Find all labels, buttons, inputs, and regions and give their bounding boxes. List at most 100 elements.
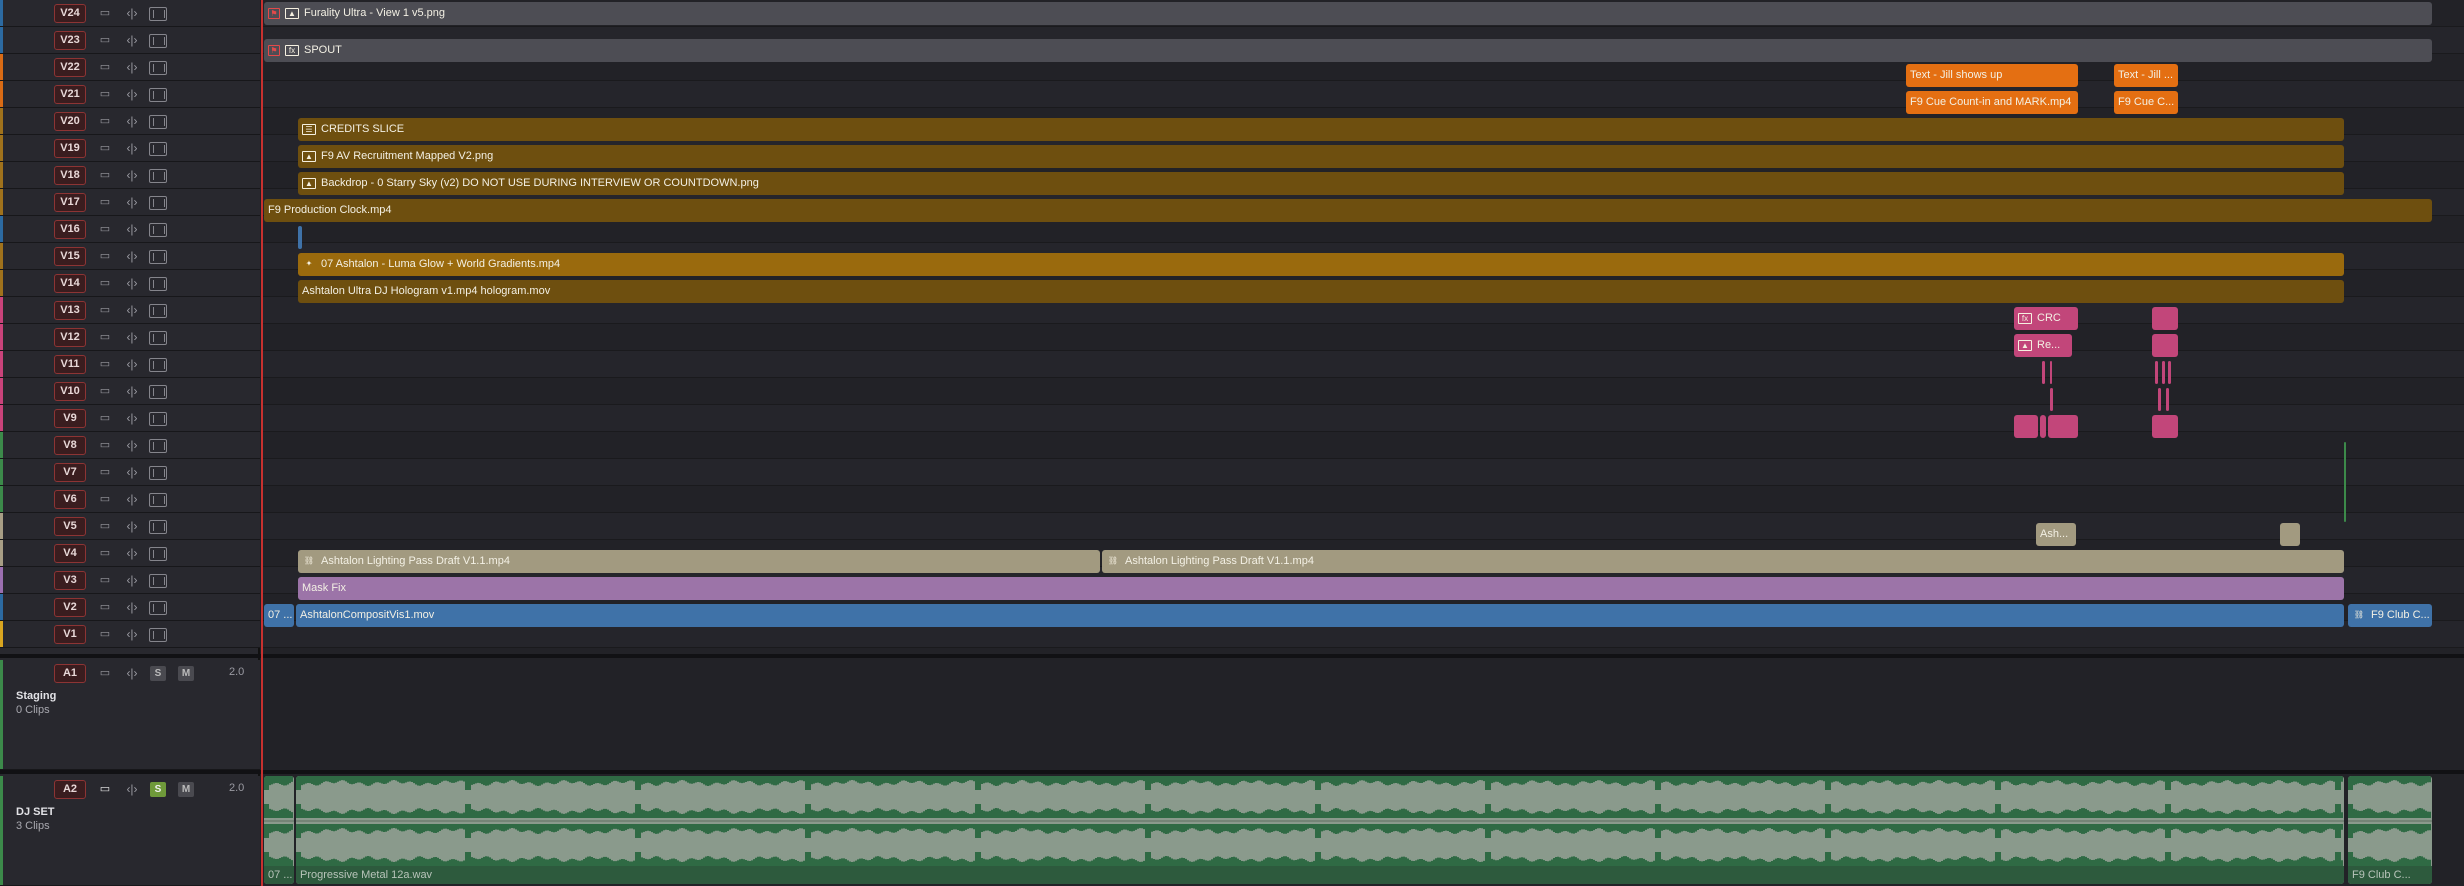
track-lane-v11[interactable] [262,351,2464,378]
track-name[interactable]: A2 [54,780,86,799]
track-header-v6[interactable]: V6 ▭ ‹|› [0,486,260,513]
clip-v2-club[interactable]: ⛓ F9 Club C... [2348,604,2432,627]
lock-icon[interactable]: ▭ [98,195,112,209]
lock-icon[interactable]: ▭ [98,303,112,317]
clip-v11-sliver[interactable] [2155,361,2158,384]
track-name[interactable]: V22 [54,58,86,77]
solo-button[interactable]: S [150,782,166,797]
clip-v21-cue-a[interactable]: F9 Cue Count-in and MARK.mp4 [1906,91,2078,114]
track-name[interactable]: V8 [54,436,86,455]
track-header-v12[interactable]: V12 ▭ ‹|› [0,324,260,351]
track-name[interactable]: V18 [54,166,86,185]
auto-select-icon[interactable]: ‹|› [122,492,142,506]
track-name[interactable]: V4 [54,544,86,563]
track-header-v18[interactable]: V18 ▭ ‹|› [0,162,260,189]
track-lane-v7[interactable] [262,459,2464,486]
lock-icon[interactable]: ▭ [98,114,112,128]
clip-v4-lighting-b[interactable]: ⛓ Ashtalon Lighting Pass Draft V1.1.mp4 [1102,550,2344,573]
clip-v24-image[interactable]: ⚑ ▲ Furality Ultra - View 1 v5.png [264,2,2432,25]
track-destination-icon[interactable] [149,412,167,426]
track-name[interactable]: V21 [54,85,86,104]
track-name[interactable]: V10 [54,382,86,401]
lock-icon[interactable]: ▭ [98,87,112,101]
track-name[interactable]: V13 [54,301,86,320]
track-header-v24[interactable]: V24 ▭ ‹|› [0,0,260,27]
track-destination-icon[interactable] [149,88,167,102]
track-name[interactable]: V6 [54,490,86,509]
auto-select-icon[interactable]: ‹|› [122,782,142,796]
clip-v13-small[interactable] [2152,307,2178,330]
lock-icon[interactable]: ▭ [98,330,112,344]
auto-select-icon[interactable]: ‹|› [122,141,142,155]
track-destination-icon[interactable] [149,493,167,507]
auto-select-icon[interactable]: ‹|› [122,600,142,614]
track-header-v9[interactable]: V9 ▭ ‹|› [0,405,260,432]
track-header-v19[interactable]: V19 ▭ ‹|› [0,135,260,162]
track-name[interactable]: A1 [54,664,86,683]
clip-v3-maskfix[interactable]: Mask Fix [298,577,2344,600]
lock-icon[interactable]: ▭ [98,357,112,371]
track-name[interactable]: V5 [54,517,86,536]
track-destination-icon[interactable] [149,574,167,588]
track-destination-icon[interactable] [149,304,167,318]
clip-v4-lighting-a[interactable]: ⛓ Ashtalon Lighting Pass Draft V1.1.mp4 [298,550,1100,573]
track-name[interactable]: V7 [54,463,86,482]
track-header-v5[interactable]: V5 ▭ ‹|› [0,513,260,540]
track-destination-icon[interactable] [149,466,167,480]
track-header-v8[interactable]: V8 ▭ ‹|› [0,432,260,459]
clip-v19-recruitment[interactable]: ▲ F9 AV Recruitment Mapped V2.png [298,145,2344,168]
auto-select-icon[interactable]: ‹|› [122,303,142,317]
auto-select-icon[interactable]: ‹|› [122,87,142,101]
track-lane-v9[interactable] [262,405,2464,432]
track-lane-v12[interactable] [262,324,2464,351]
auto-select-icon[interactable]: ‹|› [122,465,142,479]
clip-v9-block[interactable] [2048,415,2078,438]
auto-select-icon[interactable]: ‹|› [122,519,142,533]
lock-icon[interactable]: ▭ [98,627,112,641]
clip-v8-sliver[interactable] [2344,442,2346,522]
clip-v17-clock[interactable]: F9 Production Clock.mp4 [264,199,2432,222]
track-lane-v10[interactable] [262,378,2464,405]
lock-icon[interactable]: ▭ [98,168,112,182]
track-header-v22[interactable]: V22 ▭ ‹|› [0,54,260,81]
clip-v11-sliver[interactable] [2162,361,2165,384]
track-destination-icon[interactable] [149,196,167,210]
track-destination-icon[interactable] [149,520,167,534]
auto-select-icon[interactable]: ‹|› [122,438,142,452]
track-destination-icon[interactable] [149,277,167,291]
lock-icon[interactable]: ▭ [98,60,112,74]
mute-button[interactable]: M [178,666,194,681]
lock-icon[interactable]: ▭ [98,546,112,560]
clip-v11-sliver[interactable] [2050,361,2052,384]
track-header-v20[interactable]: V20 ▭ ‹|› [0,108,260,135]
mute-button[interactable]: M [178,782,194,797]
auto-select-icon[interactable]: ‹|› [122,276,142,290]
clip-v2-composite[interactable]: AshtalonCompositVis1.mov [296,604,2344,627]
track-header-a1[interactable]: A1 ▭ ‹|› S M 2.0 Staging 0 Clips [0,660,260,770]
track-name[interactable]: V1 [54,625,86,644]
auto-select-icon[interactable]: ‹|› [122,60,142,74]
track-destination-icon[interactable] [149,142,167,156]
track-name[interactable]: V19 [54,139,86,158]
track-header-v14[interactable]: V14 ▭ ‹|› [0,270,260,297]
track-destination-icon[interactable] [149,439,167,453]
track-destination-icon[interactable] [149,169,167,183]
clip-v16-marker[interactable] [298,226,302,249]
auto-select-icon[interactable]: ‹|› [122,168,142,182]
clip-v13-crc[interactable]: fx CRC [2014,307,2078,330]
track-lane-v8[interactable] [262,432,2464,459]
lock-icon[interactable]: ▭ [98,141,112,155]
track-lane-v5[interactable] [262,513,2464,540]
clip-v2-07[interactable]: 07 ... [264,604,294,627]
auto-select-icon[interactable]: ‹|› [122,546,142,560]
clip-v5-small[interactable] [2280,523,2300,546]
track-header-v23[interactable]: V23 ▭ ‹|› [0,27,260,54]
lock-icon[interactable]: ▭ [98,384,112,398]
track-destination-icon[interactable] [149,61,167,75]
clip-v11-sliver[interactable] [2168,361,2171,384]
playhead[interactable] [261,0,263,886]
lock-icon[interactable]: ▭ [98,600,112,614]
lock-icon[interactable]: ▭ [98,276,112,290]
track-name[interactable]: V9 [54,409,86,428]
auto-select-icon[interactable]: ‹|› [122,627,142,641]
